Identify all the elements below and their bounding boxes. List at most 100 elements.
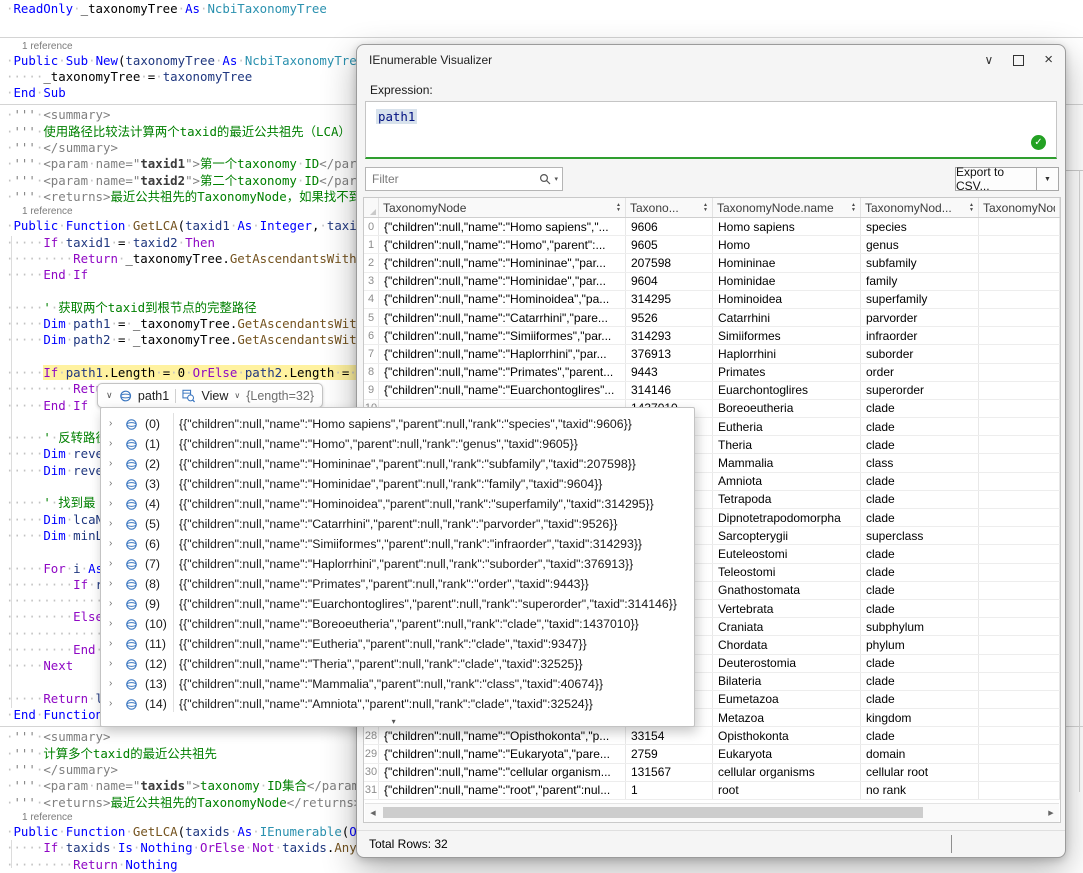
- text: (14): [145, 697, 167, 711]
- table-row[interactable]: 4{"children":null,"name":"Hominoidea","p…: [364, 291, 1060, 309]
- expander-chevron-icon[interactable]: ›: [109, 458, 112, 470]
- expander-chevron-icon[interactable]: ›: [109, 558, 112, 570]
- list-item[interactable]: ›(6){{"children":null,"name":"Simiiforme…: [101, 535, 692, 555]
- text: ·········: [6, 381, 73, 396]
- table-row[interactable]: 6{"children":null,"name":"Simiiformes","…: [364, 327, 1060, 345]
- table-cell: [979, 655, 1060, 672]
- expander-chevron-icon[interactable]: ›: [109, 578, 112, 590]
- expander-chevron-icon[interactable]: ›: [109, 638, 112, 650]
- filter-dropdown-icon[interactable]: ▾: [554, 175, 558, 183]
- datatip-expression[interactable]: path1: [138, 389, 169, 403]
- scroll-left-icon[interactable]: ◀: [365, 809, 381, 817]
- expander-chevron-icon[interactable]: ›: [109, 498, 112, 510]
- column-header[interactable]: TaxonomyNode.name▲▼: [713, 198, 861, 217]
- export-button-group: Export to CSV... ▼: [955, 167, 1059, 191]
- text: If: [43, 840, 58, 855]
- expander-chevron-icon[interactable]: ›: [109, 698, 112, 710]
- list-item[interactable]: ›(4){{"children":null,"name":"Hominoidea…: [101, 495, 692, 515]
- expander-chevron-icon[interactable]: ∨: [106, 390, 113, 401]
- text: For: [43, 561, 65, 576]
- expander-chevron-icon[interactable]: ›: [109, 418, 112, 430]
- sort-icon[interactable]: ▲▼: [851, 203, 856, 212]
- list-item[interactable]: ›(11){{"children":null,"name":"Eutheria"…: [101, 635, 692, 655]
- expander-chevron-icon[interactable]: ›: [109, 438, 112, 450]
- column-header[interactable]: TaxonomyNode▲▼: [379, 198, 626, 217]
- list-item[interactable]: ›(12){{"children":null,"name":"Theria","…: [101, 655, 692, 675]
- table-cell: Primates: [713, 364, 861, 381]
- list-item[interactable]: ›(0){{"children":null,"name":"Homo sapie…: [101, 415, 692, 435]
- list-item[interactable]: ›(7){{"children":null,"name":"Haplorrhin…: [101, 555, 692, 575]
- table-cell: {"children":null,"name":"Primates","pare…: [379, 364, 626, 381]
- table-cell: clade: [861, 491, 979, 508]
- text: 第一个taxonomy: [200, 156, 297, 171]
- column-header[interactable]: TaxonomyNod...▲▼: [861, 198, 979, 217]
- text: As: [237, 218, 252, 233]
- horizontal-scrollbar[interactable]: ◀ ▶: [365, 803, 1059, 822]
- export-to-csv-button[interactable]: Export to CSV...: [955, 167, 1037, 191]
- list-item[interactable]: ›(2){{"children":null,"name":"Homininae"…: [101, 455, 692, 475]
- expander-chevron-icon[interactable]: ›: [109, 598, 112, 610]
- table-cell: superorder: [861, 382, 979, 399]
- view-button[interactable]: View: [201, 389, 228, 403]
- expression-input[interactable]: path1 ✓: [365, 101, 1057, 159]
- text: Any: [334, 840, 356, 855]
- maximize-icon[interactable]: [1013, 55, 1024, 66]
- sort-icon[interactable]: ▲▼: [616, 203, 621, 212]
- expander-chevron-icon[interactable]: ›: [109, 478, 112, 490]
- table-row[interactable]: 31{"children":null,"name":"root","parent…: [364, 782, 1060, 800]
- view-dropdown-icon[interactable]: ∨: [234, 391, 240, 400]
- text: Sub: [66, 53, 88, 68]
- table-cell: clade: [861, 509, 979, 526]
- table-cell: clade: [861, 655, 979, 672]
- text: ·: [185, 365, 192, 380]
- table-cell: genus: [861, 236, 979, 253]
- expander-chevron-icon[interactable]: ›: [109, 538, 112, 550]
- table-row[interactable]: 29{"children":null,"name":"Eukaryota","p…: [364, 745, 1060, 763]
- dialog-titlebar[interactable]: IEnumerable Visualizer ∨ ×: [357, 45, 1065, 75]
- list-item[interactable]: ›(14){{"children":null,"name":"Amniota",…: [101, 695, 692, 715]
- column-header[interactable]: Taxono...▲▼: [626, 198, 713, 217]
- list-item[interactable]: ›(3){{"children":null,"name":"Hominidae"…: [101, 475, 692, 495]
- list-item[interactable]: ›(5){{"children":null,"name":"Catarrhini…: [101, 515, 692, 535]
- search-icon[interactable]: [539, 173, 551, 185]
- table-cell: [979, 564, 1060, 581]
- text: taxonomyTree: [125, 53, 215, 68]
- sort-icon[interactable]: ▲▼: [703, 203, 708, 212]
- expander-chevron-icon[interactable]: ›: [109, 618, 112, 630]
- scrollbar-track[interactable]: [381, 804, 1043, 822]
- table-row[interactable]: 7{"children":null,"name":"Haplorrhini","…: [364, 345, 1060, 363]
- expander-chevron-icon[interactable]: ›: [109, 658, 112, 670]
- table-row[interactable]: 8{"children":null,"name":"Primates","par…: [364, 364, 1060, 382]
- scroll-more-icon[interactable]: ▾: [392, 717, 396, 726]
- table-row[interactable]: 3{"children":null,"name":"Hominidae","pa…: [364, 273, 1060, 291]
- text: (: [178, 218, 185, 233]
- table-row[interactable]: 28{"children":null,"name":"Opisthokonta"…: [364, 727, 1060, 745]
- list-item[interactable]: ›(9){{"children":null,"name":"Euarchonto…: [101, 595, 692, 615]
- list-item[interactable]: ›(10){{"children":null,"name":"Boreoeuth…: [101, 615, 692, 635]
- text: (6): [145, 537, 160, 551]
- column-header-selector[interactable]: [364, 198, 379, 217]
- select-all-icon[interactable]: [370, 209, 376, 215]
- expander-chevron-icon[interactable]: ›: [109, 678, 112, 690]
- table-row[interactable]: 0{"children":null,"name":"Homo sapiens",…: [364, 218, 1060, 236]
- table-row[interactable]: 30{"children":null,"name":"cellular orga…: [364, 764, 1060, 782]
- expander-chevron-icon[interactable]: ›: [109, 518, 112, 530]
- scroll-right-icon[interactable]: ▶: [1043, 809, 1059, 817]
- text: ·: [237, 53, 244, 68]
- scrollbar-thumb[interactable]: [383, 807, 923, 818]
- table-row[interactable]: 2{"children":null,"name":"Homininae","pa…: [364, 254, 1060, 272]
- list-item[interactable]: ›(8){{"children":null,"name":"Primates",…: [101, 575, 692, 595]
- table-row[interactable]: 9{"children":null,"name":"Euarchontoglir…: [364, 382, 1060, 400]
- export-dropdown-icon[interactable]: ▼: [1037, 167, 1059, 191]
- list-item[interactable]: ›(13){{"children":null,"name":"Mammalia"…: [101, 675, 692, 695]
- close-icon[interactable]: ×: [1044, 54, 1053, 66]
- chevron-down-icon[interactable]: ∨: [984, 54, 993, 66]
- list-item[interactable]: ›(1){{"children":null,"name":"Homo","par…: [101, 435, 692, 455]
- table-cell: Theria: [713, 436, 861, 453]
- table-row[interactable]: 5{"children":null,"name":"Catarrhini","p…: [364, 309, 1060, 327]
- column-header[interactable]: TaxonomyNod: [979, 198, 1060, 217]
- table-cell: Craniata: [713, 618, 861, 635]
- filter-input[interactable]: [366, 168, 562, 190]
- sort-icon[interactable]: ▲▼: [969, 203, 974, 212]
- table-row[interactable]: 1{"children":null,"name":"Homo","parent"…: [364, 236, 1060, 254]
